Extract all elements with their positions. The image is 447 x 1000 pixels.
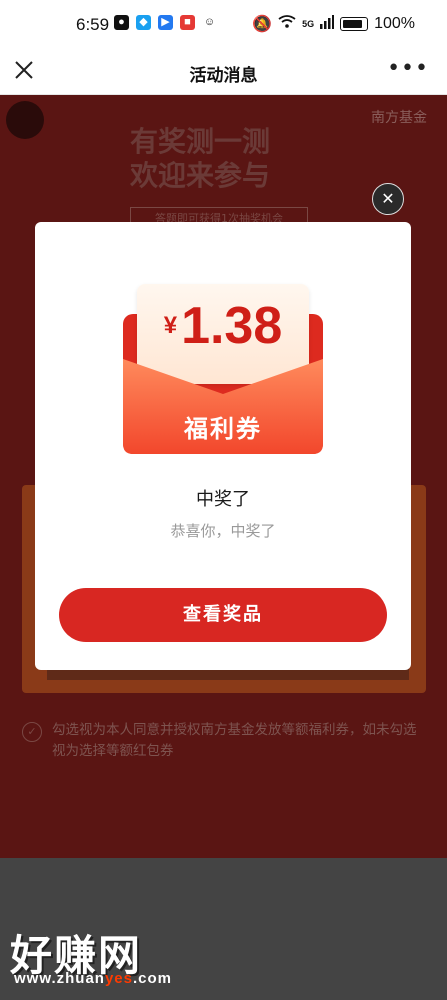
ghost-icon: ☺	[202, 15, 217, 30]
currency-symbol: ¥	[163, 312, 178, 339]
watermark: 好赚网 www.zhuanyes.com	[10, 922, 200, 992]
status-time: 6:59	[76, 15, 110, 34]
brand-logo: 南方基金	[371, 110, 427, 126]
status-bar: 6:59 ● ◆ ▶ ■ ☺ 🔕 5G 100%	[0, 0, 447, 50]
banner-title-line2: 欢迎来参与	[130, 159, 271, 192]
red-envelope: ¥1.38 福利券	[123, 284, 323, 454]
bank-icon: ■	[180, 15, 195, 30]
page-title: 活动消息	[189, 66, 258, 86]
watermark-url-pre: www.zhuan	[14, 970, 105, 987]
banner-title-line1: 有奖测一测	[130, 125, 271, 158]
qq-icon: ◆	[136, 15, 151, 30]
network-label: 5G	[302, 19, 315, 29]
consent-text: 勾选视为本人同意并授权南方基金发放等额福利券，如未勾选视为选择等额红包券	[52, 722, 417, 759]
modal-subtitle: 恭喜你，中奖了	[170, 522, 276, 540]
app-icon: ▶	[158, 15, 173, 30]
battery-icon	[340, 17, 369, 31]
modal-title: 中奖了	[196, 489, 250, 510]
banner-title: 有奖测一测 欢迎来参与	[130, 125, 270, 193]
coupon-label: 福利券	[184, 415, 262, 443]
checkbox-icon[interactable]: ✓	[22, 722, 42, 742]
wechat-icon: ●	[114, 15, 129, 30]
mute-icon: 🔕	[252, 16, 273, 33]
amount-value: 1.38	[181, 297, 283, 355]
nav-bar: 活动消息 •••	[0, 50, 447, 95]
watermark-url-hl: yes	[104, 970, 133, 987]
prize-amount: ¥1.38	[137, 296, 309, 356]
battery-percent: 100%	[374, 15, 415, 32]
modal-close-button[interactable]: ✕	[372, 183, 404, 215]
watermark-url: www.zhuanyes.com	[14, 970, 172, 987]
notification-icons: ● ◆ ▶ ■ ☺	[114, 15, 217, 30]
wifi-icon	[278, 14, 296, 34]
more-options-icon[interactable]: •••	[387, 56, 429, 81]
signal-icon	[320, 14, 335, 34]
watermark-url-post: .com	[132, 970, 172, 987]
system-icons: 🔕 5G 100%	[252, 14, 415, 34]
logo-icon	[6, 101, 44, 139]
view-prize-button[interactable]: 查看奖品	[59, 588, 387, 642]
consent-row[interactable]: ✓ 勾选视为本人同意并授权南方基金发放等额福利券，如未勾选视为选择等额红包券	[22, 720, 428, 762]
prize-modal: ¥1.38 福利券 中奖了 恭喜你，中奖了 查看奖品	[35, 222, 411, 670]
